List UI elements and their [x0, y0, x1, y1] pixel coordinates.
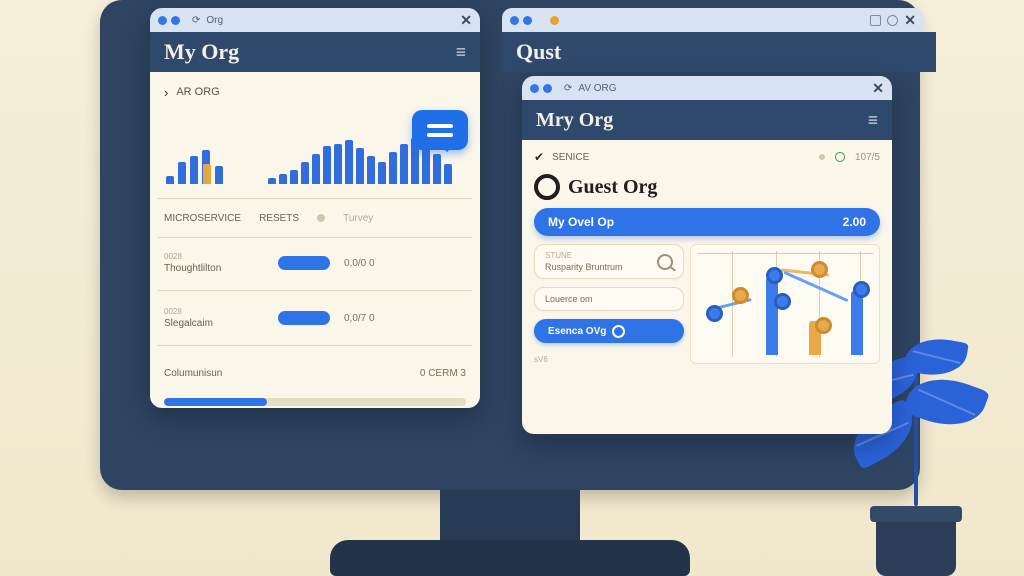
traffic-light-dots[interactable]: [158, 16, 180, 25]
list-item[interactable]: Columunisun 0 CERM 3: [164, 354, 466, 392]
window-control-icon[interactable]: [887, 15, 898, 26]
chat-icon[interactable]: [412, 110, 468, 150]
section-tabs: MICROSERVICE RESETS Turvey: [164, 205, 466, 231]
app-title: Mry Org: [536, 109, 613, 132]
divider: [158, 198, 472, 199]
status-score: 107/5: [855, 152, 880, 163]
button-label: Esenca OVg: [548, 326, 606, 337]
org-ring-icon: [534, 174, 560, 200]
network-chart: [690, 244, 880, 364]
status-row: › AR ORG: [164, 82, 466, 102]
browser-tab[interactable]: AV ORG: [578, 83, 866, 94]
reload-icon[interactable]: ⟳: [564, 83, 572, 94]
row-label: Thoughtlilton: [164, 263, 264, 274]
card-text: Louerce om: [545, 294, 593, 304]
row-value: 0 CERM 3: [420, 368, 466, 379]
row-label: Columunisun: [164, 368, 264, 379]
monitor-stand-base: [330, 540, 690, 576]
close-icon[interactable]: ✕: [460, 12, 472, 29]
close-icon[interactable]: ✕: [872, 80, 884, 97]
list-item[interactable]: 0028 Slegalcaim 0,0/7 0: [164, 299, 466, 337]
section-heading: Guest Org: [534, 174, 880, 200]
back-window-title: Qust: [502, 32, 936, 72]
row-tiny: 0028: [164, 307, 264, 316]
tab-microservice[interactable]: MICROSERVICE: [164, 213, 241, 224]
circle-icon: [612, 325, 625, 338]
dot-icon: [819, 154, 825, 160]
summary-label: My Ovel Op: [548, 215, 614, 229]
card-search[interactable]: STUNE Rusparity Bruntrum: [534, 244, 684, 279]
menu-icon[interactable]: ≡: [868, 110, 878, 131]
tab-turvey[interactable]: Turvey: [343, 213, 373, 224]
search-icon[interactable]: [657, 254, 673, 270]
window-body: ✔ SENICE 107/5 Guest Org My Ovel Op 2.00…: [522, 140, 892, 434]
close-icon[interactable]: ✕: [904, 12, 916, 29]
dot-icon: [317, 214, 325, 222]
status-row: ✔ SENICE 107/5: [534, 148, 880, 166]
reload-icon[interactable]: ⟳: [192, 15, 200, 26]
card-text: Rusparity Bruntrum: [545, 262, 623, 272]
progress-pill: [278, 311, 330, 325]
back-window-title-text: Qust: [516, 39, 561, 65]
tabstrip: ⟳ AV ORG ✕: [522, 76, 892, 100]
traffic-light-dots[interactable]: [530, 84, 552, 93]
menu-icon[interactable]: ≡: [456, 42, 466, 63]
window-body: › AR ORG: [150, 72, 480, 408]
progress-bar: [164, 398, 466, 406]
mini-bar-chart-a: [166, 150, 223, 184]
tiny-label: sV6: [534, 355, 684, 364]
list-item[interactable]: 0028 Thoughtlilton 0,0/0 0: [164, 244, 466, 282]
card-item[interactable]: Louerce om: [534, 287, 684, 311]
divider: [158, 237, 472, 238]
status-label: AR ORG: [176, 86, 219, 98]
summary-value: 2.00: [843, 215, 866, 229]
monitor-stand-neck: [440, 490, 580, 540]
window-my-org: ⟳ Org ✕ My Org ≡ › AR ORG: [150, 8, 480, 408]
window-guest-org: ⟳ AV ORG ✕ Mry Org ≡ ✔ SENICE 107/5 Gues…: [522, 76, 892, 434]
check-icon: ✔: [534, 150, 544, 164]
titlebar: Mry Org ≡: [522, 100, 892, 140]
window-control-icon[interactable]: [870, 15, 881, 26]
tab-resets[interactable]: RESETS: [259, 213, 299, 224]
summary-bar[interactable]: My Ovel Op 2.00: [534, 208, 880, 236]
progress-pill: [278, 256, 330, 270]
titlebar: My Org ≡: [150, 32, 480, 72]
left-column: STUNE Rusparity Bruntrum Louerce om Esen…: [534, 244, 684, 364]
metrics-list: 0028 Thoughtlilton 0,0/0 0 0028 Slegalca…: [164, 244, 466, 406]
card-tiny: STUNE: [545, 251, 623, 260]
back-window-tabstrip: ✕: [502, 8, 924, 32]
mini-chart-area: [164, 106, 466, 192]
row-value: 0,0/7 0: [344, 313, 375, 324]
browser-tab[interactable]: Org: [206, 15, 454, 26]
primary-button[interactable]: Esenca OVg: [534, 319, 684, 343]
caret-icon: ›: [164, 85, 168, 100]
tabstrip: ⟳ Org ✕: [150, 8, 480, 32]
pin-icon: [835, 152, 845, 162]
app-title: My Org: [164, 39, 239, 65]
row-value: 0,0/0 0: [344, 258, 375, 269]
row-tiny: 0028: [164, 252, 264, 261]
row-label: Slegalcaim: [164, 318, 264, 329]
status-label: SENICE: [552, 152, 589, 163]
heading-text: Guest Org: [568, 176, 657, 199]
